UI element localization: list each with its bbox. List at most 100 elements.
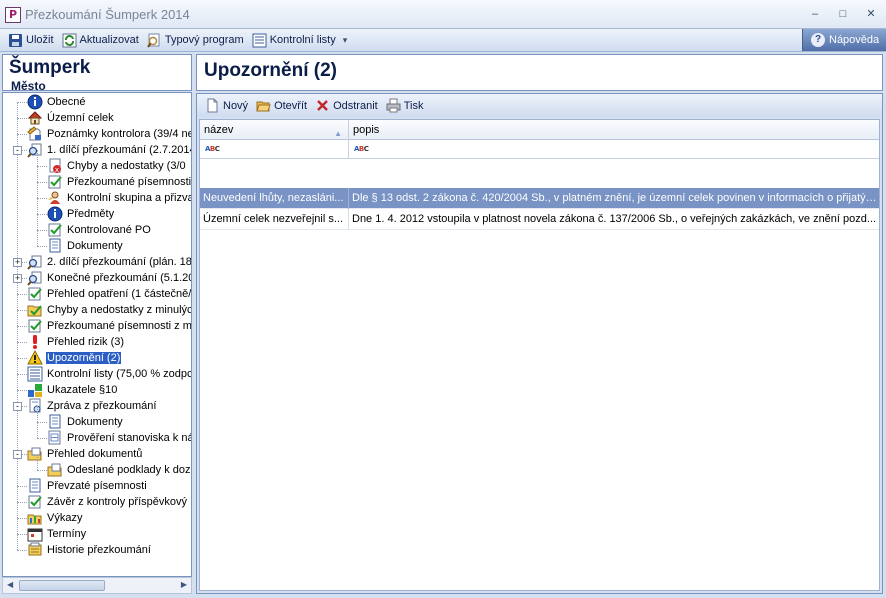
collapse-icon[interactable]: - <box>13 450 22 459</box>
filter-cell-name[interactable]: ABC <box>200 140 349 159</box>
tree-item[interactable]: Ukazatele §10 <box>27 382 118 398</box>
tree-connector <box>37 422 47 423</box>
printer-icon <box>386 98 401 113</box>
maximize-button[interactable]: □ <box>832 5 854 23</box>
folder-docs-icon <box>47 462 63 478</box>
tree-item[interactable]: Přehled opatření (1 částečně/ <box>27 286 191 302</box>
list-icon <box>252 33 267 48</box>
print-button[interactable]: Tisk <box>382 96 428 116</box>
delete-button[interactable]: Odstranit <box>311 96 382 116</box>
tree-horizontal-scrollbar[interactable]: ◀ ▶ <box>2 577 192 594</box>
tree-item-label: Dokumenty <box>67 240 123 252</box>
page-title: Upozornění (2) <box>204 60 337 81</box>
tree-branch-connector <box>37 406 38 438</box>
scroll-thumb[interactable] <box>19 580 105 591</box>
navigation-tree[interactable]: Obecné Územní celek Poznámky kontrolora (3… <box>2 92 192 577</box>
tree-item[interactable]: Závěr z kontroly příspěvkový <box>27 494 188 510</box>
delete-label: Odstranit <box>333 99 378 112</box>
entity-subtitle: Město <box>11 79 46 93</box>
tree-item[interactable]: Přezkoumané písemnosti ( <box>47 174 192 190</box>
tree-connector <box>37 214 47 215</box>
tree-item[interactable]: Kontrolované PO <box>47 222 152 238</box>
tree-item-label: Kontrolní skupina a přizvar <box>67 192 192 204</box>
tree-item[interactable]: 2. dílčí přezkoumání (plán. 18. <box>27 254 191 270</box>
tree-item-label: Prověření stanoviska k ná <box>67 432 192 444</box>
tree-item[interactable]: Upozornění (2) <box>27 349 122 366</box>
tree-item-label: Kontrolované PO <box>67 224 151 236</box>
window-title: Přezkoumání Šumperk 2014 <box>25 7 190 22</box>
print-label: Tisk <box>403 99 424 112</box>
tree-item[interactable]: Prověření stanoviska k ná <box>47 430 192 446</box>
tree-item[interactable]: Převzaté písemnosti <box>27 478 148 494</box>
column-header-name[interactable]: název ▲ <box>200 120 349 140</box>
minimize-button[interactable]: – <box>804 5 826 23</box>
tree-item[interactable]: x Chyby a nedostatky (3/0 <box>47 158 187 174</box>
table-row[interactable]: Neuvedení lhůty, nezasláni... Dle § 13 o… <box>200 188 879 209</box>
save-label: Uložit <box>26 34 54 46</box>
refresh-button[interactable]: Aktualizovat <box>58 30 143 50</box>
doc-icon <box>47 414 63 430</box>
tree-item[interactable]: Přehled rizik (3) <box>27 334 125 350</box>
tree-item-label: Přezkoumané písemnosti ( <box>67 176 192 188</box>
tree-item[interactable]: Přezkoumané písemnosti z mir <box>27 318 191 334</box>
tree-item[interactable]: Územní celek <box>27 110 115 126</box>
column-header-description[interactable]: popis <box>349 120 879 140</box>
template-program-button[interactable]: Typový program <box>143 30 248 50</box>
close-button[interactable]: ✕ <box>860 5 882 23</box>
tree-connector <box>37 182 47 183</box>
expand-icon[interactable]: + <box>13 274 22 283</box>
tree-connector <box>17 310 27 311</box>
content-panel: Nový Otevřít Odstranit Tisk název ▲ popi… <box>196 93 883 594</box>
tree-item[interactable]: Přehled dokumentů <box>27 446 143 462</box>
expand-icon[interactable]: + <box>13 258 22 267</box>
tree-item[interactable]: Chyby a nedostatky z minulýc <box>27 302 191 318</box>
help-button[interactable]: ? Nápověda <box>802 29 886 51</box>
tree-item[interactable]: Historie přezkoumání <box>27 542 152 558</box>
new-button[interactable]: Nový <box>201 96 252 116</box>
tree-item[interactable]: Kontrolní listy (75,00 % zodpc <box>27 366 191 382</box>
chevron-down-icon[interactable]: ▾ <box>343 35 348 46</box>
tree-item[interactable]: Dokumenty <box>47 414 124 430</box>
tree-item[interactable]: Dokumenty <box>47 238 124 254</box>
refresh-label: Aktualizovat <box>79 34 139 46</box>
scroll-right-icon[interactable]: ▶ <box>181 580 187 589</box>
collapse-icon[interactable]: - <box>13 146 22 155</box>
tree-item[interactable]: Poznámky kontrolora (39/4 ne <box>27 126 191 142</box>
checklists-button[interactable]: Kontrolní listy ▾ <box>248 30 352 50</box>
tree-item[interactable]: Výkazy <box>27 510 83 526</box>
tree-item[interactable]: Zpráva z přezkoumání <box>27 398 157 414</box>
filter-row: ABC ABC <box>200 140 879 159</box>
tree-item[interactable]: Obecné <box>27 94 87 110</box>
tree-item[interactable]: Odeslané podklady k dozo <box>47 462 191 478</box>
tree-item-label: Ukazatele §10 <box>47 384 118 396</box>
filter-cell-description[interactable]: ABC <box>349 140 879 159</box>
table-row[interactable]: Územní celek nezveřejnil s... Dne 1. 4. … <box>200 209 879 230</box>
tree-connector <box>17 358 27 359</box>
tree-item-label: Předměty <box>67 208 115 220</box>
info-icon <box>27 94 43 110</box>
entity-title: Šumperk <box>9 57 91 78</box>
indicators-icon <box>27 382 43 398</box>
collapse-icon[interactable]: - <box>13 402 22 411</box>
tree-connector <box>17 118 27 119</box>
open-button[interactable]: Otevřít <box>252 96 311 116</box>
tree-item[interactable]: Předměty <box>47 206 115 222</box>
tree-item[interactable]: Konečné přezkoumání (5.1.20 <box>27 270 191 286</box>
folder-open-icon <box>256 98 271 113</box>
tree-item[interactable]: Kontrolní skupina a přizvar <box>47 190 192 206</box>
tree-connector <box>17 342 27 343</box>
save-button[interactable]: Uložit <box>4 30 58 50</box>
scroll-left-icon[interactable]: ◀ <box>7 580 13 589</box>
warning-icon <box>27 349 43 366</box>
entity-header: Šumperk Město <box>2 54 192 93</box>
info-icon <box>47 206 63 222</box>
refresh-icon <box>62 33 77 48</box>
tree-connector <box>37 230 47 231</box>
tree-item-label: Chyby a nedostatky (3/0 <box>67 160 186 172</box>
text-filter-icon: ABC <box>354 145 369 153</box>
tree-connector <box>17 294 27 295</box>
magnifier-doc-icon <box>147 33 162 48</box>
tree-item[interactable]: Termíny <box>27 526 87 542</box>
content-header: Upozornění (2) <box>196 54 883 91</box>
tree-item[interactable]: 1. dílčí přezkoumání (2.7.2014 <box>27 142 191 158</box>
